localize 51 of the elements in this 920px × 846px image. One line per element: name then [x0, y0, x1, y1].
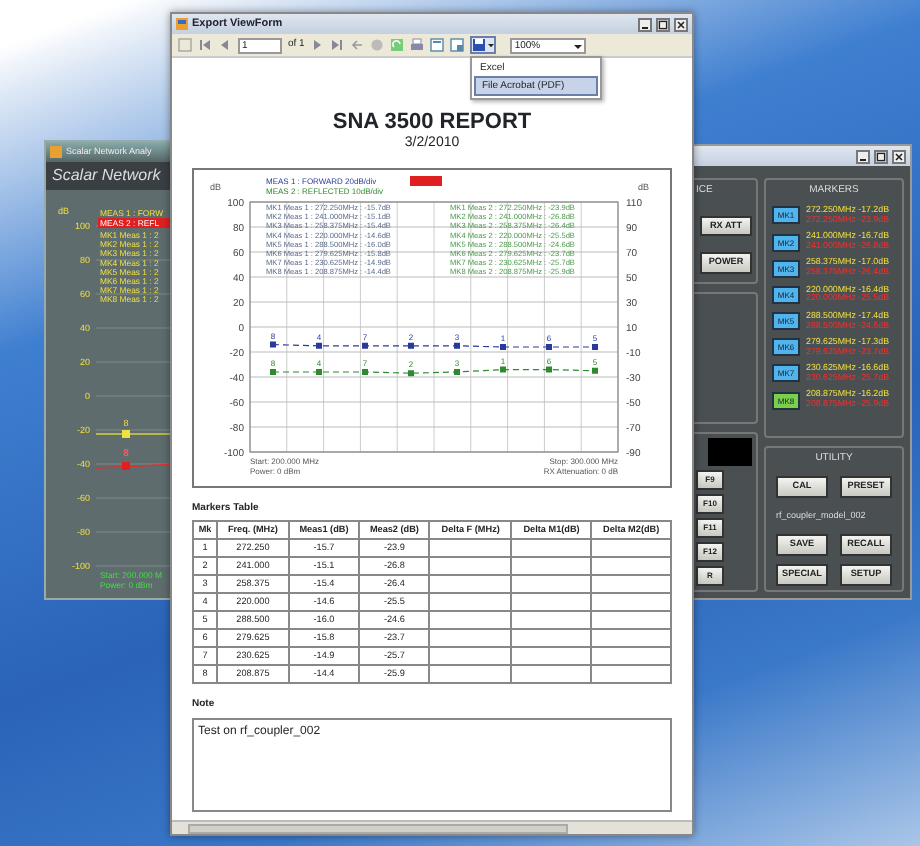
data-point [500, 365, 506, 372]
data-point [408, 341, 414, 348]
trace-line [95, 463, 174, 469]
data-point [408, 369, 414, 376]
app-header: Scalar Network [46, 162, 174, 190]
minimize-button[interactable] [638, 17, 652, 31]
maximize-icon [876, 151, 886, 161]
stop-icon[interactable] [370, 38, 385, 52]
data-point [270, 340, 276, 347]
maximize-button[interactable] [874, 149, 888, 163]
export-button[interactable] [470, 36, 497, 54]
report-title: SNA 3500 REPORT [332, 110, 532, 135]
save-icon [472, 38, 487, 52]
maximize-button[interactable] [656, 17, 670, 31]
trace-line [95, 433, 174, 435]
document-map-icon[interactable] [178, 38, 192, 52]
caret-icon [488, 38, 495, 52]
maximize-icon [658, 19, 668, 29]
data-point [500, 343, 506, 350]
close-icon [676, 19, 686, 29]
data-point [546, 365, 552, 372]
trace-marker [122, 462, 130, 470]
back-icon[interactable] [350, 38, 365, 52]
data-point [454, 368, 460, 375]
horizontal-scrollbar[interactable] [172, 820, 692, 834]
data-point [592, 366, 598, 373]
close-icon [894, 151, 904, 161]
refresh-icon[interactable] [390, 38, 405, 52]
data-point [362, 368, 368, 375]
data-point [316, 368, 322, 375]
last-page-icon[interactable] [330, 38, 345, 52]
close-button[interactable] [674, 17, 688, 31]
color-swatch [410, 175, 442, 186]
caret-icon [574, 39, 583, 51]
data-point [270, 368, 276, 375]
data-point [546, 343, 552, 350]
previous-page-icon[interactable] [218, 38, 232, 52]
data-point [316, 341, 322, 348]
data-point [454, 341, 460, 348]
page-setup-icon[interactable] [450, 38, 465, 52]
trace-marker [122, 430, 130, 438]
minimize-button[interactable] [856, 149, 870, 163]
data-point [362, 341, 368, 348]
app-icon[interactable] [176, 18, 188, 30]
next-page-icon[interactable] [310, 38, 325, 52]
first-page-icon[interactable] [198, 38, 212, 52]
display-square [708, 438, 752, 466]
data-point [592, 343, 598, 350]
close-button[interactable] [892, 149, 906, 163]
print-layout-icon[interactable] [430, 38, 445, 52]
print-icon[interactable] [410, 38, 425, 52]
